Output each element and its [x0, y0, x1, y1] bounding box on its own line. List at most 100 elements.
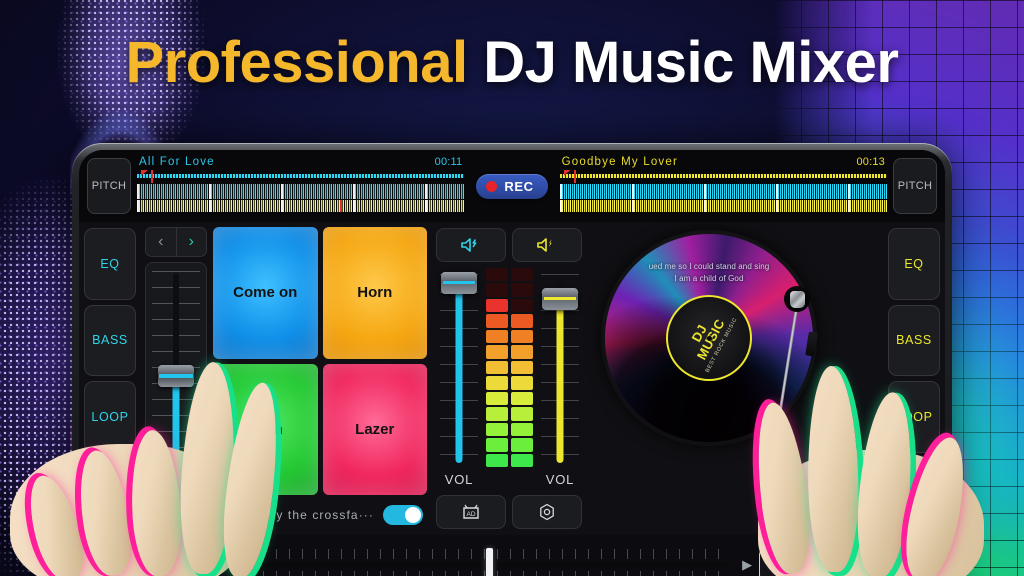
deck-a-cue-record-button[interactable]: →	[89, 548, 137, 576]
left-deck-panel: ‹ › Come on Horn Yeah Lazer d by the cro…	[141, 222, 431, 535]
speaker-button-left[interactable]	[436, 228, 506, 262]
volume-fader-right[interactable]: VOL	[537, 268, 583, 489]
pad-come-on[interactable]: Come on	[213, 227, 318, 359]
sidebar-item-loop-left[interactable]: LOOP	[84, 381, 136, 453]
deck-a-wave-stack	[137, 170, 465, 212]
crossfader-prev-icon[interactable]: ◀	[226, 557, 236, 573]
hex-settings-icon	[540, 503, 554, 521]
lyrics-overlay: ued me so I could stand and sing I am a …	[617, 261, 800, 286]
deck-b-cue-record-button[interactable]: →	[841, 548, 890, 576]
right-fx-column: EQ BASS LOOP CUES	[883, 222, 945, 535]
chevron-left-icon: ‹	[158, 233, 164, 250]
sidebar-item-bass-left[interactable]: BASS	[84, 304, 136, 376]
pad-bank-next-button[interactable]: ›	[177, 228, 207, 256]
deck-a-waveform[interactable]: All For Love 00:11	[131, 155, 470, 217]
deck-a-title: All For Love	[139, 156, 215, 168]
pad-come-on-label: Come on	[233, 284, 298, 302]
deck-a-detail-wave	[137, 184, 465, 199]
record-button[interactable]: REC	[476, 173, 548, 199]
deck-b-waveform[interactable]: Goodbye My Lover 00:13	[554, 155, 893, 217]
left-pitch-fader-box: ‹ ›	[145, 227, 207, 495]
led-bank-right	[511, 267, 533, 467]
left-pitch-slider[interactable]	[145, 262, 207, 495]
sidebar-item-eq-left[interactable]: EQ	[84, 228, 136, 300]
led-level-meters	[486, 267, 533, 489]
lyrics-line-1: ued me so I could stand and sing	[648, 262, 770, 272]
eq-left-label: EQ	[100, 256, 120, 271]
pad-bank-nav: ‹ ›	[145, 227, 207, 257]
ad-button[interactable]: AD	[436, 495, 506, 529]
deck-a-overview-wave	[137, 170, 465, 183]
deck-a-time: 00:11	[434, 156, 463, 168]
cues-right-label: CUES	[895, 486, 933, 501]
sample-pads-grid: Come on Horn Yeah Lazer	[213, 227, 427, 495]
deck-b-time: 00:13	[856, 156, 885, 168]
pad-horn[interactable]: Horn	[322, 227, 427, 359]
deck-a-record-dot-icon	[118, 560, 128, 570]
pad-lazer-label: Lazer	[355, 420, 395, 438]
tablet-device-frame: PITCH All For Love 00:11 REC Goodbye My …	[72, 143, 952, 576]
volume-section: VOL VOL	[436, 267, 583, 489]
platter[interactable]: ued me so I could stand and sing I am a …	[601, 230, 817, 446]
reset-right-label: RESET	[774, 558, 820, 572]
settings-label[interactable]: SET	[896, 558, 935, 572]
loop-left-label: LOOP	[91, 409, 129, 424]
volume-fader-left[interactable]: VOL	[436, 268, 482, 489]
left-deck-controls: ‹ › Come on Horn Yeah Lazer	[145, 227, 427, 495]
tonearm-pivot[interactable]	[784, 286, 810, 312]
mixer-body: EQ BASS LOOP CUES ‹ › Come on Horn Yeah …	[79, 222, 945, 535]
deck-b-sync-wave	[559, 200, 887, 212]
tonearm-head-icon	[789, 290, 805, 308]
pad-bank-prev-button[interactable]: ‹	[146, 228, 177, 256]
speaker-button-right[interactable]	[512, 228, 582, 262]
left-fx-column: EQ BASS LOOP CUES	[79, 222, 141, 535]
crossfader-assign-label: d by the crossfa···	[256, 508, 374, 522]
crossfader-knob[interactable]	[485, 548, 493, 576]
speaker-icon-left	[461, 238, 477, 252]
svg-text:AD: AD	[466, 511, 475, 518]
sidebar-item-cues-right[interactable]: CUES	[888, 457, 940, 529]
deck-b-overview-wave	[559, 170, 887, 183]
bass-right-label: BASS	[896, 333, 932, 348]
pitch-right-label: PITCH	[897, 180, 933, 192]
vinyl-record[interactable]: ued me so I could stand and sing I am a …	[605, 234, 813, 442]
crossfader-next-icon[interactable]: ▶	[742, 557, 752, 573]
bass-left-label: BASS	[92, 333, 128, 348]
deck-b-header: Goodbye My Lover 00:13	[560, 155, 887, 168]
speaker-icon-right	[537, 238, 552, 252]
volume-right-fill	[556, 304, 564, 463]
ad-icon: AD	[463, 504, 479, 519]
deck-a-header: All For Love 00:11	[137, 155, 464, 168]
headline-gold: Professional	[125, 30, 468, 95]
pad-yeah[interactable]: Yeah	[213, 363, 318, 495]
app-screen: PITCH All For Love 00:11 REC Goodbye My …	[79, 150, 945, 576]
left-pitch-fill	[172, 383, 180, 484]
pad-yeah-label: Yeah	[247, 420, 283, 438]
lyrics-line-2: I am a child of God	[674, 274, 744, 284]
pitch-button-right[interactable]: PITCH	[893, 158, 937, 214]
pitch-button-left[interactable]: PITCH	[87, 158, 131, 214]
sidebar-item-eq-right[interactable]: EQ	[888, 228, 940, 300]
left-pitch-knob[interactable]	[158, 364, 194, 387]
crossfader-assign-toggle[interactable]	[383, 505, 423, 525]
speaker-button-row	[436, 228, 582, 262]
volume-right-knob[interactable]	[542, 288, 578, 310]
reset-button-right[interactable]: RESET	[759, 549, 835, 576]
volume-left-knob[interactable]	[441, 272, 477, 294]
deck-b-record-dot-icon	[870, 560, 880, 570]
cues-left-label: CUES	[91, 486, 129, 501]
crossfader-track[interactable]	[244, 545, 734, 576]
record-label: REC	[504, 178, 534, 194]
sidebar-item-cues-left[interactable]: CUES	[84, 457, 136, 529]
pad-horn-label: Horn	[357, 284, 393, 302]
deck-a-sync-wave	[137, 200, 465, 212]
pad-lazer[interactable]: Lazer	[322, 363, 427, 495]
record-dot-icon	[486, 180, 498, 192]
reset-button-left[interactable]: RESET	[144, 549, 220, 576]
transport-bar: → RESET ◀ ▶ RESET → SET	[79, 535, 945, 576]
settings-button-center[interactable]	[512, 495, 582, 529]
sidebar-item-loop-right[interactable]: LOOP	[888, 381, 940, 453]
pitch-left-label: PITCH	[91, 180, 127, 192]
deck-b-detail-wave	[559, 184, 887, 199]
sidebar-item-bass-right[interactable]: BASS	[888, 304, 940, 376]
